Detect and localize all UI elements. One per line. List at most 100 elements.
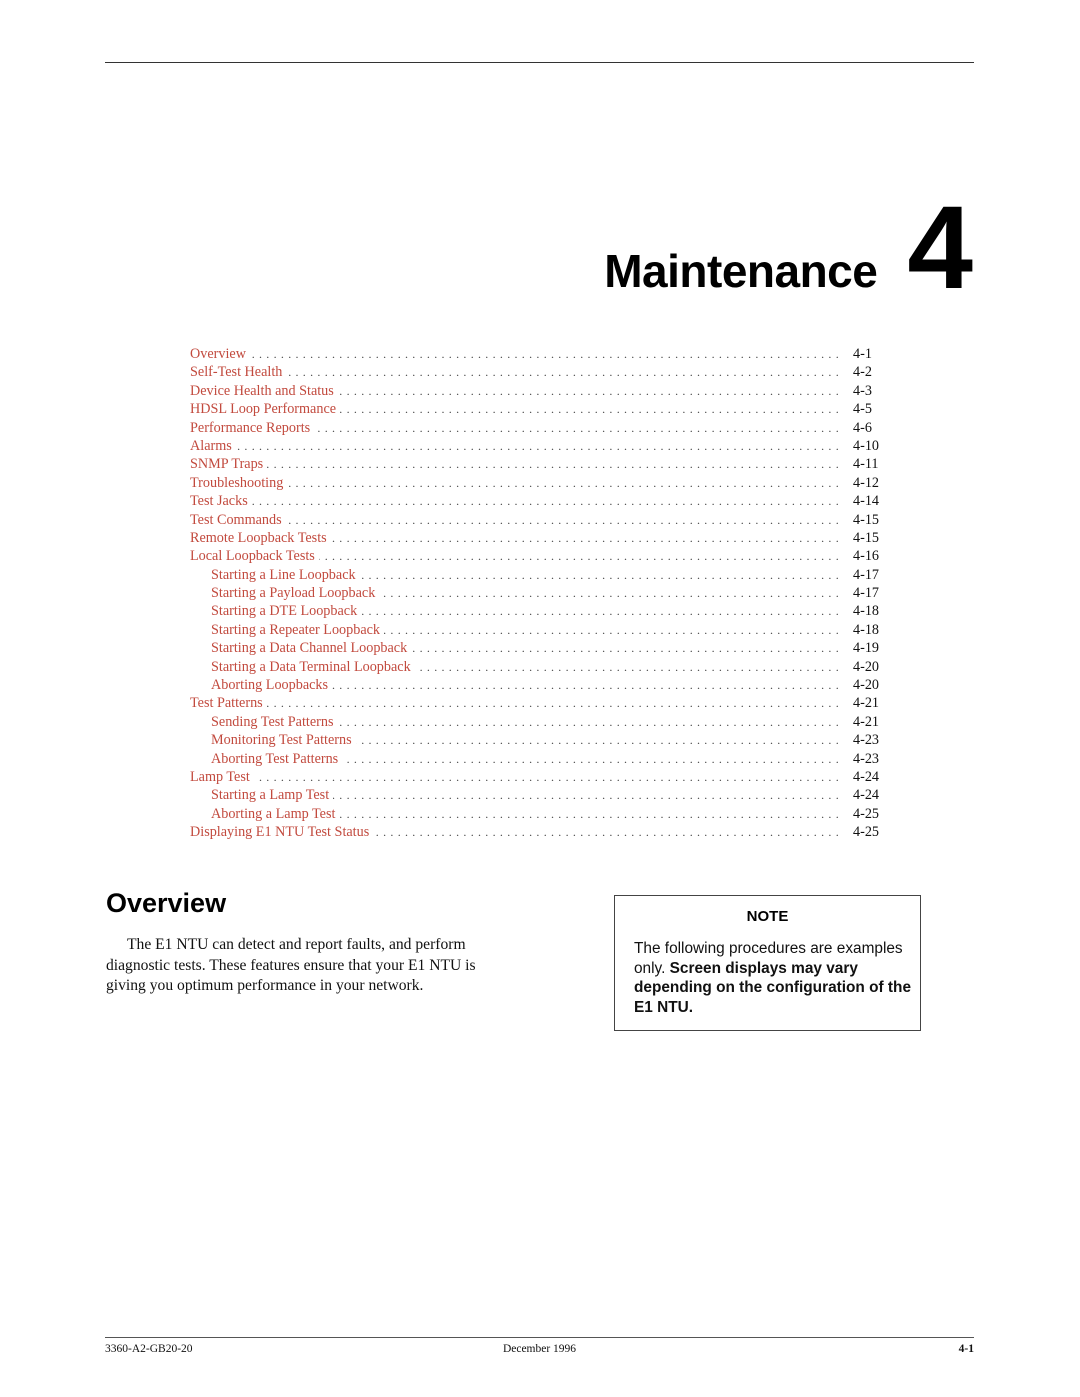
toc-entry-page: 4-21: [853, 695, 880, 712]
toc-entry-page: 4-19: [853, 640, 880, 657]
toc-entry[interactable]: Starting a Data Terminal Loopback.......…: [190, 657, 887, 677]
toc-entry[interactable]: HDSL Loop Performance...................…: [190, 400, 887, 419]
toc-entry-page: 4-5: [853, 401, 872, 418]
toc-entry-page: 4-21: [853, 713, 880, 730]
toc-entry-page: 4-2: [853, 364, 872, 381]
toc-entry[interactable]: SNMP Traps..............................…: [190, 455, 887, 474]
page-footer: 3360-A2-GB20-20 December 1996 4-1: [105, 1343, 974, 1355]
toc-entry-label[interactable]: Troubleshooting: [190, 473, 288, 493]
toc-entry[interactable]: Remote Loopback Tests...................…: [190, 528, 887, 548]
toc-entry-label[interactable]: Test Patterns: [190, 694, 267, 713]
toc-entry[interactable]: Starting a Data Channel Loopback........…: [190, 639, 887, 658]
toc-entry[interactable]: Starting a Repeater Loopback............…: [190, 620, 887, 640]
toc-entry-label[interactable]: Starting a Data Terminal Loopback: [190, 657, 415, 677]
toc-entry-label[interactable]: Starting a Repeater Loopback: [190, 620, 385, 640]
toc-entry-page: 4-17: [853, 585, 880, 602]
toc-entry-page: 4-24: [853, 787, 880, 804]
page-number: 4-1: [958, 1343, 974, 1355]
doc-number: 3360-A2-GB20-20: [105, 1343, 193, 1355]
toc-entry-label[interactable]: Aborting a Lamp Test: [190, 804, 340, 824]
toc-entry[interactable]: Starting a Payload Loopback.............…: [190, 584, 887, 603]
toc-dot-leader: ........................................…: [342, 751, 843, 766]
toc-entry-label[interactable]: Starting a Lamp Test: [190, 786, 334, 805]
toc-entry-label[interactable]: Starting a Line Loopback: [190, 565, 360, 585]
toc-entry-page: 4-23: [853, 732, 880, 749]
toc-entry-page: 4-18: [853, 621, 880, 638]
toc-entry[interactable]: Device Health and Status................…: [190, 381, 887, 401]
toc-entry[interactable]: Troubleshooting.........................…: [190, 473, 887, 493]
toc-entry-label[interactable]: Device Health and Status: [190, 381, 338, 401]
toc-entry[interactable]: Starting a DTE Loopback.................…: [190, 602, 887, 621]
toc-entry-page: 4-18: [853, 603, 880, 620]
toc-entry-label[interactable]: Overview: [190, 345, 250, 364]
toc-entry-label[interactable]: Lamp Test: [190, 767, 254, 787]
toc-entry-label[interactable]: Alarms: [190, 436, 236, 456]
footer-rule: [105, 1337, 974, 1338]
toc-entry-label[interactable]: Starting a DTE Loopback: [190, 602, 362, 621]
header-rule: [105, 62, 974, 63]
toc-entry[interactable]: Monitoring Test Patterns................…: [190, 731, 887, 750]
toc-entry-page: 4-15: [853, 529, 880, 546]
toc-entry-label[interactable]: Sending Test Patterns: [190, 712, 338, 732]
toc-entry-page: 4-11: [853, 456, 879, 473]
toc-entry-page: 4-25: [853, 805, 880, 822]
chapter-title: Maintenance: [604, 245, 878, 298]
toc-entry[interactable]: Starting a Line Loopback................…: [190, 565, 887, 585]
toc-entry-label[interactable]: SNMP Traps: [190, 455, 268, 474]
toc-dot-leader: ........................................…: [286, 365, 843, 380]
toc-dot-leader: ........................................…: [286, 512, 843, 527]
toc-entry-label[interactable]: Performance Reports: [190, 418, 315, 437]
toc-dot-leader: ........................................…: [251, 494, 843, 509]
toc-dot-leader: ........................................…: [340, 402, 843, 417]
note-text-bold: Screen displays may vary depending on th…: [634, 959, 912, 1016]
toc-entry[interactable]: Overview................................…: [190, 345, 887, 364]
toc-dot-leader: ........................................…: [287, 475, 843, 490]
toc-entry[interactable]: Test Patterns...........................…: [190, 694, 887, 713]
section-title: Overview: [106, 888, 227, 918]
note-text: The following procedures are examples on…: [634, 939, 919, 1017]
toc-dot-leader: ........................................…: [411, 641, 843, 656]
toc-entry-label[interactable]: Monitoring Test Patterns: [190, 731, 356, 750]
toc-entry-label[interactable]: Aborting Test Patterns: [190, 749, 343, 768]
toc-entry[interactable]: Lamp Test...............................…: [190, 767, 887, 787]
toc-dot-leader: ........................................…: [332, 678, 843, 693]
toc-entry-label[interactable]: Starting a Data Channel Loopback: [190, 639, 412, 658]
toc-entry[interactable]: Local Loopback Tests....................…: [190, 547, 887, 566]
toc-dot-leader: ........................................…: [360, 567, 843, 582]
toc-entry-label[interactable]: Local Loopback Tests: [190, 547, 319, 566]
toc-entry[interactable]: Aborting Test Patterns..................…: [190, 749, 887, 768]
toc-entry[interactable]: Test Commands...........................…: [190, 510, 887, 529]
toc-entry[interactable]: Test Jacks..............................…: [190, 492, 887, 511]
toc-dot-leader: ........................................…: [331, 530, 843, 545]
toc-entry-page: 4-3: [853, 382, 872, 399]
toc-entry[interactable]: Self-Test Health........................…: [190, 363, 887, 382]
toc-entry-label[interactable]: Test Jacks: [190, 492, 252, 511]
toc-entry-label[interactable]: Aborting Loopbacks: [190, 676, 333, 695]
footer-date: December 1996: [502, 1343, 577, 1355]
toc-dot-leader: ........................................…: [361, 604, 843, 619]
toc-dot-leader: ........................................…: [267, 457, 843, 472]
toc-entry-label[interactable]: Self-Test Health: [190, 363, 287, 382]
toc-entry-page: 4-23: [853, 750, 880, 767]
toc-dot-leader: ........................................…: [355, 733, 843, 748]
toc-entry[interactable]: Sending Test Patterns...................…: [190, 712, 887, 732]
toc-entry-page: 4-17: [853, 566, 880, 583]
toc-entry[interactable]: Performance Reports.....................…: [190, 418, 887, 437]
toc-entry[interactable]: Aborting a Lamp Test....................…: [190, 804, 887, 824]
note-title: NOTE: [746, 908, 789, 925]
toc-entry-page: 4-10: [853, 437, 880, 454]
toc-entry-page: 4-24: [853, 768, 880, 785]
toc-entry-page: 4-20: [853, 677, 880, 694]
toc-entry-label[interactable]: Displaying E1 NTU Test Status: [190, 823, 374, 842]
toc-entry[interactable]: Displaying E1 NTU Test Status...........…: [190, 823, 887, 842]
toc-entry-label[interactable]: Test Commands: [190, 510, 286, 529]
toc-entry-label[interactable]: Remote Loopback Tests: [190, 528, 331, 548]
toc-entry[interactable]: Aborting Loopbacks......................…: [190, 676, 887, 695]
toc-entry[interactable]: Starting a Lamp Test....................…: [190, 786, 887, 805]
toc-dot-leader: ........................................…: [384, 622, 843, 637]
toc-entry[interactable]: Alarms..................................…: [190, 436, 887, 456]
toc-entry-label[interactable]: HDSL Loop Performance: [190, 400, 341, 419]
toc-entry-page: 4-14: [853, 493, 880, 510]
toc-entry-label[interactable]: Starting a Payload Loopback: [190, 584, 380, 603]
toc-dot-leader: ........................................…: [333, 788, 843, 803]
